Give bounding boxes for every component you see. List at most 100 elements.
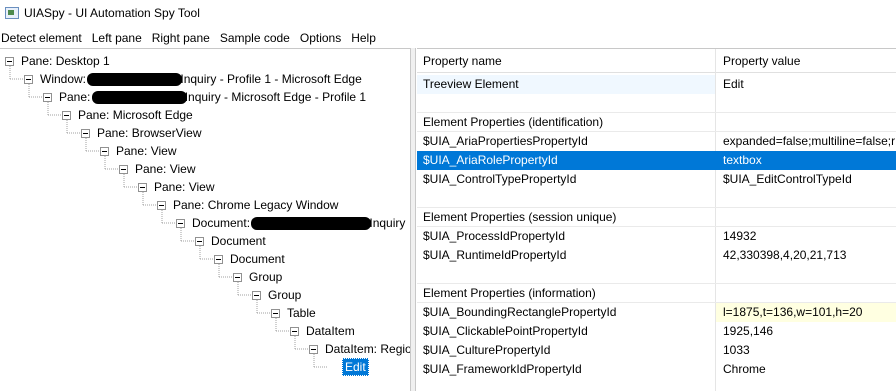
tree-node-selected[interactable]: Edit <box>328 358 369 376</box>
collapse-toggle-icon[interactable] <box>252 290 261 300</box>
collapse-toggle-icon[interactable] <box>309 344 318 354</box>
property-row[interactable]: $UIA_BoundingRectanglePropertyId l=1875,t… <box>417 303 896 322</box>
tree-node-label[interactable]: Document <box>209 233 268 249</box>
properties-pane[interactable]: Property name Property value Treeview El… <box>417 48 896 391</box>
tree-node[interactable]: Pane: View <box>119 160 198 178</box>
collapse-toggle-icon[interactable] <box>24 74 33 84</box>
menu-bar: Detect element Left pane Right pane Samp… <box>0 28 896 48</box>
property-row[interactable]: $UIA_ClickablePointPropertyId 1925,146 <box>417 322 896 341</box>
tree-node[interactable]: Pane: View <box>100 142 179 160</box>
property-name: $UIA_AriaRolePropertyId <box>423 153 558 167</box>
property-section-header[interactable]: Element Properties (session unique) <box>417 208 896 227</box>
tree-node-label[interactable]: Pane: View <box>114 143 179 159</box>
collapse-toggle-icon[interactable] <box>43 92 52 102</box>
tree-node-label[interactable]: DataItem: Region <box>323 341 410 357</box>
collapse-toggle-icon[interactable] <box>271 308 280 318</box>
collapse-toggle-icon[interactable] <box>176 218 185 228</box>
redaction-mark <box>91 91 187 105</box>
column-header-property-value[interactable]: Property value <box>723 54 800 68</box>
property-value: $UIA_EditControlTypeId <box>723 172 852 186</box>
tree-node[interactable]: Document: Inquiry <box>176 214 407 232</box>
property-name: $UIA_BoundingRectanglePropertyId <box>423 305 617 319</box>
menu-detect-element[interactable]: Detect element <box>0 28 87 48</box>
tree-node[interactable]: Pane: View <box>138 178 217 196</box>
tree-node-label[interactable]: DataItem <box>304 323 357 339</box>
property-row[interactable]: $UIA_RuntimeIdPropertyId 42,330398,4,20,2… <box>417 246 896 265</box>
tree-node-label[interactable]: Pane: BrowserView <box>95 125 204 141</box>
tree-node[interactable]: DataItem: Region <box>309 340 410 358</box>
property-row[interactable]: $UIA_ControlTypePropertyId $UIA_EditContr… <box>417 170 896 189</box>
tree-node[interactable]: Document <box>214 250 287 268</box>
tree-node-label-prefix: Pane: <box>59 90 94 104</box>
menu-sample-code[interactable]: Sample code <box>215 28 295 48</box>
tree-node-label[interactable]: Pane: View <box>133 161 198 177</box>
element-tree-pane[interactable]: Pane: Desktop 1 Window: Inquiry - Profile… <box>0 48 411 391</box>
tree-node[interactable]: Document <box>195 232 268 250</box>
window-title: UIASpy - UI Automation Spy Tool <box>24 6 200 20</box>
collapse-toggle-icon[interactable] <box>157 200 166 210</box>
collapse-toggle-icon[interactable] <box>62 110 71 120</box>
tree-node-label[interactable]: Edit <box>342 358 369 376</box>
property-name: $UIA_ControlTypePropertyId <box>423 172 577 186</box>
tree-node[interactable]: Group <box>252 286 303 304</box>
tree-node-label[interactable]: Pane: Desktop 1 <box>19 53 112 69</box>
title-bar: UIASpy - UI Automation Spy Tool <box>0 0 896 26</box>
tree-node-label[interactable]: Group <box>266 287 303 303</box>
tree-node[interactable]: Group <box>233 268 284 286</box>
tree-node[interactable]: Pane: Microsoft Edge <box>62 106 195 124</box>
property-row[interactable]: $UIA_CulturePropertyId 1033 <box>417 341 896 360</box>
collapse-toggle-icon[interactable] <box>119 164 128 174</box>
property-spacer-row <box>417 189 896 208</box>
property-value: Edit <box>723 77 744 91</box>
property-value: 14932 <box>723 229 757 243</box>
menu-help[interactable]: Help <box>346 28 381 48</box>
tree-node[interactable]: Table <box>271 304 318 322</box>
tree-node-label-prefix: Document: <box>192 216 254 230</box>
menu-right-pane[interactable]: Right pane <box>147 28 215 48</box>
collapse-toggle-icon[interactable] <box>5 56 14 66</box>
collapse-toggle-icon[interactable] <box>233 272 242 282</box>
pane-splitter[interactable] <box>411 48 416 391</box>
tree-node[interactable]: Window: Inquiry - Profile 1 - Microsoft … <box>24 70 364 88</box>
tree-node-label[interactable]: Pane: Inquiry - Microsoft Edge - Profile… <box>57 89 368 105</box>
tree-node-label-suffix: Inquiry - Microsoft Edge - Profile 1 <box>184 90 367 104</box>
property-value: l=1875,t=136,w=101,h=20 <box>723 305 863 319</box>
collapse-toggle-icon[interactable] <box>100 146 109 156</box>
property-section-header[interactable]: Element Properties (information) <box>417 284 896 303</box>
column-header-property-name[interactable]: Property name <box>423 54 502 68</box>
tree-node-label-suffix: Inquiry <box>369 216 406 230</box>
property-name: Element Properties (session unique) <box>423 210 617 224</box>
tree-node[interactable]: Pane: BrowserView <box>81 124 204 142</box>
collapse-toggle-icon[interactable] <box>290 326 299 336</box>
collapse-toggle-icon[interactable] <box>195 236 204 246</box>
properties-header: Property name Property value <box>417 49 896 73</box>
tree-node[interactable]: Pane: Desktop 1 <box>5 52 112 70</box>
collapse-toggle-icon[interactable] <box>214 254 223 264</box>
tree-node-label[interactable]: Window: Inquiry - Profile 1 - Microsoft … <box>38 71 364 87</box>
property-value: expanded=false;multiline=false;r <box>723 134 896 148</box>
property-section-header[interactable]: Element Properties (identification) <box>417 113 896 132</box>
tree-node-label[interactable]: Pane: View <box>152 179 217 195</box>
property-row[interactable]: $UIA_FrameworkIdPropertyId Chrome <box>417 360 896 379</box>
property-row[interactable]: $UIA_ProcessIdPropertyId 14932 <box>417 227 896 246</box>
tree-node-label[interactable]: Pane: Microsoft Edge <box>76 107 195 123</box>
property-spacer-row <box>417 94 896 113</box>
property-name: $UIA_ClickablePointPropertyId <box>423 324 588 338</box>
property-value: Chrome <box>723 362 766 376</box>
tree-node[interactable]: Pane: Chrome Legacy Window <box>157 196 340 214</box>
tree-node-label[interactable]: Document <box>228 251 287 267</box>
menu-left-pane[interactable]: Left pane <box>87 28 147 48</box>
tree-node[interactable]: Pane: Inquiry - Microsoft Edge - Profile… <box>43 88 368 106</box>
property-row[interactable]: $UIA_AriaPropertiesPropertyId expanded=fa… <box>417 132 896 151</box>
menu-options[interactable]: Options <box>295 28 346 48</box>
collapse-toggle-icon[interactable] <box>81 128 90 138</box>
property-name: $UIA_CulturePropertyId <box>423 343 551 357</box>
property-row[interactable]: Treeview Element Edit <box>417 75 896 94</box>
tree-node-label[interactable]: Table <box>285 305 318 321</box>
collapse-toggle-icon[interactable] <box>138 182 147 192</box>
tree-node-label[interactable]: Group <box>247 269 284 285</box>
property-row[interactable]: $UIA_AriaRolePropertyId textbox <box>417 151 896 170</box>
tree-node[interactable]: DataItem <box>290 322 357 340</box>
tree-node-label[interactable]: Pane: Chrome Legacy Window <box>171 197 340 213</box>
tree-node-label[interactable]: Document: Inquiry <box>190 215 407 231</box>
